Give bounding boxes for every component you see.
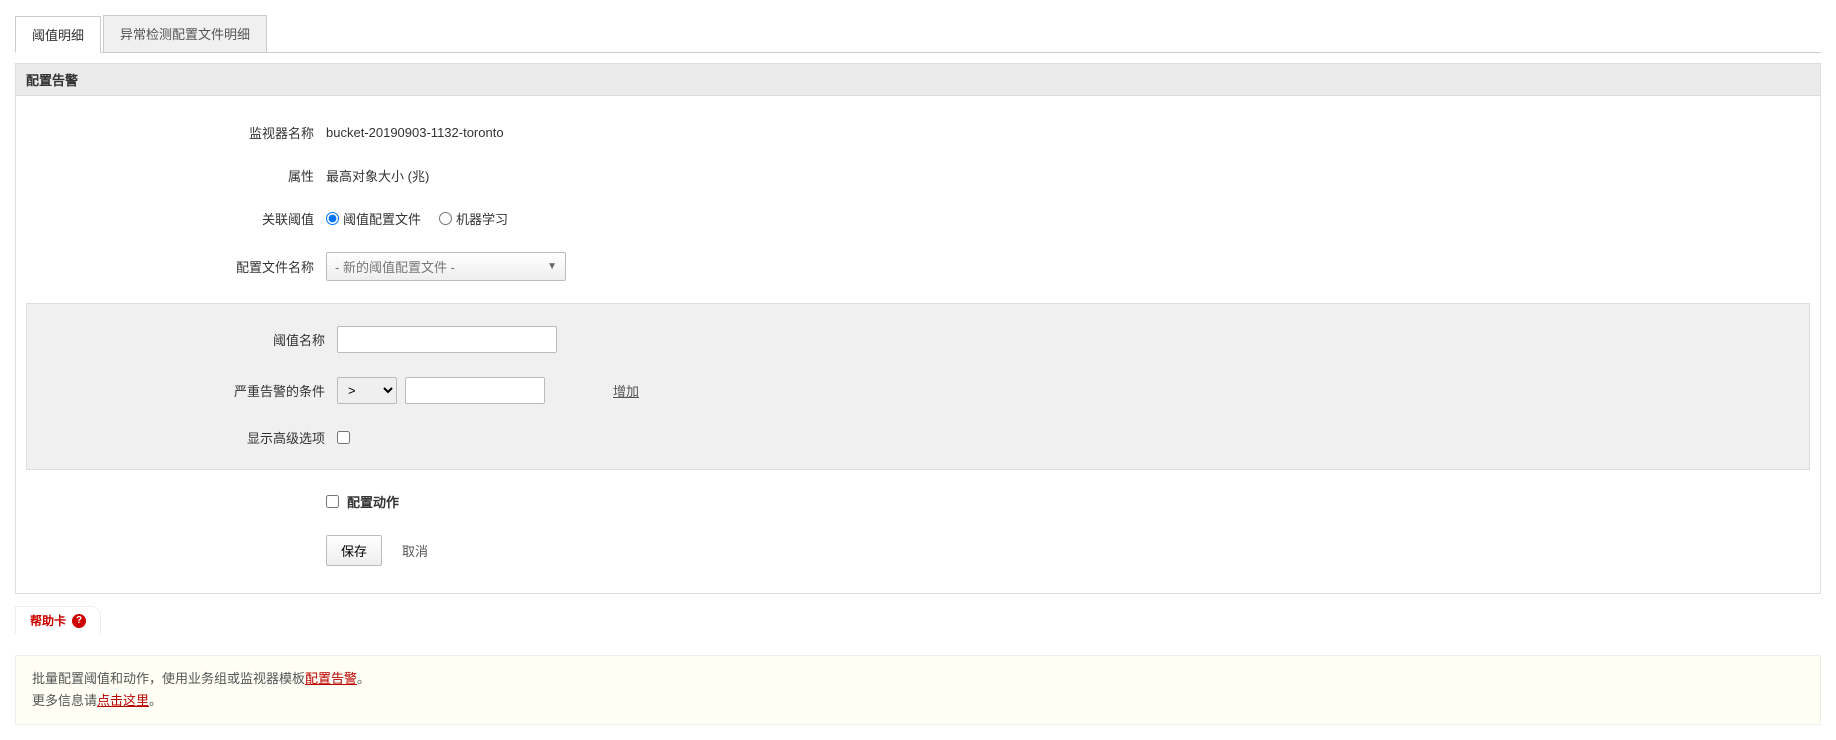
help-line1: 批量配置阈值和动作，使用业务组或监视器模板配置告警。: [32, 668, 1804, 690]
link-add-condition[interactable]: 增加: [613, 381, 639, 400]
radio-text-ml: 机器学习: [456, 209, 508, 228]
row-buttons: 保存 取消: [16, 523, 1820, 578]
tab-threshold-detail[interactable]: 阈值明细: [15, 16, 101, 53]
help-card-container: 帮助卡 ? 批量配置阈值和动作，使用业务组或监视器模板配置告警。 更多信息请点击…: [15, 608, 1821, 725]
tab-bar: 阈值明细 异常检测配置文件明细: [15, 15, 1821, 53]
radio-text-threshold-profile: 阈值配置文件: [343, 209, 421, 228]
row-critical-condition: 严重告警的条件 > 增加: [27, 365, 1809, 416]
dropdown-profile[interactable]: - 新的阈值配置文件 - ▼: [326, 252, 566, 281]
row-monitor-name: 监视器名称 bucket-20190903-1132-toronto: [16, 111, 1820, 154]
help-line1-suffix: 。: [357, 671, 370, 686]
radio-label-ml[interactable]: 机器学习: [439, 209, 508, 228]
row-attribute: 属性 最高对象大小 (兆): [16, 154, 1820, 197]
help-title: 帮助卡: [30, 612, 66, 629]
label-critical-condition: 严重告警的条件: [37, 381, 337, 400]
tab-anomaly-detail[interactable]: 异常检测配置文件明细: [103, 15, 267, 52]
label-profile-name: 配置文件名称: [26, 257, 326, 276]
help-link-more-info[interactable]: 点击这里: [97, 693, 149, 708]
row-configure-action: 配置动作: [16, 480, 1820, 523]
panel-body: 监视器名称 bucket-20190903-1132-toronto 属性 最高…: [15, 96, 1821, 594]
value-attribute: 最高对象大小 (兆): [326, 166, 429, 185]
label-show-advanced: 显示高级选项: [37, 428, 337, 447]
chevron-down-icon: ▼: [547, 261, 557, 272]
cancel-link[interactable]: 取消: [402, 541, 428, 560]
row-profile-name: 配置文件名称 - 新的阈值配置文件 - ▼: [16, 240, 1820, 293]
help-card: 批量配置阈值和动作，使用业务组或监视器模板配置告警。 更多信息请点击这里。: [15, 655, 1821, 725]
help-card-tab: 帮助卡 ?: [15, 606, 101, 634]
help-body: 批量配置阈值和动作，使用业务组或监视器模板配置告警。 更多信息请点击这里。: [16, 656, 1820, 724]
subpanel-threshold-config: 阈值名称 严重告警的条件 > 增加 显示高级选项: [26, 303, 1810, 470]
help-link-configure-alarm[interactable]: 配置告警: [305, 671, 357, 686]
label-threshold-name: 阈值名称: [37, 330, 337, 349]
radio-label-threshold-profile[interactable]: 阈值配置文件: [326, 209, 421, 228]
help-line1-prefix: 批量配置阈值和动作，使用业务组或监视器模板: [32, 671, 305, 686]
row-show-advanced: 显示高级选项: [27, 416, 1809, 459]
label-monitor-name: 监视器名称: [26, 123, 326, 142]
radio-ml[interactable]: [439, 212, 452, 225]
label-assoc-threshold: 关联阈值: [26, 209, 326, 228]
panel-title-configure-alarm: 配置告警: [15, 63, 1821, 96]
row-threshold-name: 阈值名称: [27, 314, 1809, 365]
help-line2-suffix: 。: [149, 693, 162, 708]
radio-threshold-profile[interactable]: [326, 212, 339, 225]
value-monitor-name: bucket-20190903-1132-toronto: [326, 125, 504, 140]
save-button[interactable]: 保存: [326, 535, 382, 566]
help-line2-prefix: 更多信息请: [32, 693, 97, 708]
help-line2: 更多信息请点击这里。: [32, 690, 1804, 712]
dropdown-profile-text: - 新的阈值配置文件 -: [335, 257, 455, 276]
row-assoc-threshold: 关联阈值 阈值配置文件 机器学习: [16, 197, 1820, 240]
checkbox-configure-action[interactable]: [326, 495, 339, 508]
checkbox-show-advanced[interactable]: [337, 431, 350, 444]
select-operator[interactable]: >: [337, 377, 397, 404]
label-configure-action: 配置动作: [347, 492, 399, 511]
help-icon: ?: [72, 614, 86, 628]
label-attribute: 属性: [26, 166, 326, 185]
input-threshold-name[interactable]: [337, 326, 557, 353]
input-condition-value[interactable]: [405, 377, 545, 404]
